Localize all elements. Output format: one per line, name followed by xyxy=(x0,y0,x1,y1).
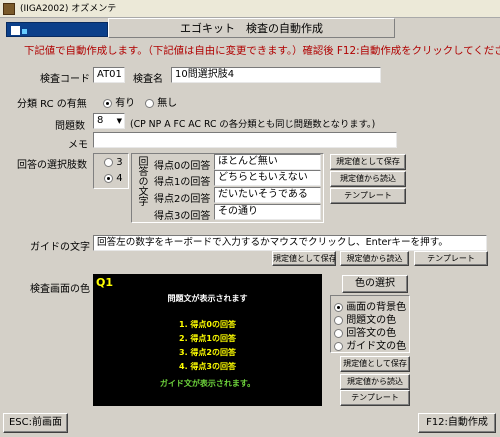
screen-color-label: 検査画面の色 xyxy=(30,284,90,295)
rc-option-yes[interactable]: 有り xyxy=(103,94,135,109)
test-name-label: 検査名 xyxy=(133,74,163,85)
answer-row-field[interactable]: ほとんど無い xyxy=(214,154,321,170)
radio-3-icon[interactable] xyxy=(104,157,113,167)
answer-row-field[interactable]: だいたいそうである xyxy=(214,187,321,203)
auto-create-button[interactable]: F12:自動作成 xyxy=(418,413,496,433)
rc-option-no[interactable]: 無し xyxy=(145,94,177,109)
preview-answer: 4. 得点3の回答 xyxy=(179,362,236,371)
choices-save-default-button[interactable]: 規定値として保存 xyxy=(330,154,406,170)
test-screen-preview: Q1 問題文が表示されます 1. 得点0の回答 2. 得点1の回答 3. 得点2… xyxy=(93,274,322,406)
question-count-note: (CP NP A FC AC RC の各分類とも同じ問題数となります。) xyxy=(130,119,376,130)
preview-question-text: 問題文が表示されます xyxy=(167,294,248,303)
question-count-select[interactable]: 8 ▼ xyxy=(93,113,125,129)
color-target-guide[interactable]: ガイド文の色 xyxy=(334,337,406,352)
guide-save-default-button[interactable]: 規定値として保存 xyxy=(272,251,336,266)
guide-template-button[interactable]: テンプレート xyxy=(414,251,488,266)
answer-text-label: 回答の文字 xyxy=(136,156,147,206)
choices-load-default-button[interactable]: 規定値から読込 xyxy=(330,171,406,187)
window-titlebar: (IIGA2002) オズメンテ xyxy=(0,0,500,18)
color-select-button[interactable]: 色の選択 xyxy=(342,275,408,293)
test-code-label: 検査コード xyxy=(40,74,90,85)
answer-row-label: 得点3の回答 xyxy=(154,211,211,222)
instruction-notice: 下記値で自動作成します。（下記値は自由に変更できます。）確認後 F12:自動作成… xyxy=(24,45,500,57)
radio-4-icon[interactable] xyxy=(104,173,113,183)
guide-text-field[interactable]: 回答左の数字をキーボードで入力するかマウスでクリックし、Enterキーを押す。 xyxy=(93,235,487,251)
guide-text-label: ガイドの文字 xyxy=(30,242,90,253)
radio-no-icon[interactable] xyxy=(145,98,154,108)
rc-label: 分類 RC の有無 xyxy=(17,99,87,110)
preview-guide-text: ガイド文が表示されます。 xyxy=(159,379,256,388)
chevron-down-icon[interactable]: ▼ xyxy=(117,114,122,128)
radio-guide-icon[interactable] xyxy=(334,341,343,351)
answer-row-field[interactable]: どちらともいえない xyxy=(214,170,321,186)
memo-label: メモ xyxy=(68,140,88,151)
choice-count-label: 回答の選択肢数 xyxy=(17,160,87,171)
book-icon xyxy=(11,26,20,35)
color-template-button[interactable]: テンプレート xyxy=(340,390,410,406)
test-name-field[interactable]: 10問選択肢4 xyxy=(171,67,381,83)
answer-row-label: 得点2の回答 xyxy=(154,194,211,205)
question-count-label: 問題数 xyxy=(55,121,85,132)
memo-field[interactable] xyxy=(93,132,397,148)
guide-load-default-button[interactable]: 規定値から読込 xyxy=(340,251,409,266)
choices-template-button[interactable]: テンプレート xyxy=(330,188,406,204)
answer-row-label: 得点1の回答 xyxy=(154,177,211,188)
window-title: (IIGA2002) オズメンテ xyxy=(20,4,117,14)
back-button[interactable]: ESC:前画面 xyxy=(3,413,68,433)
answer-row-field[interactable]: その通り xyxy=(214,204,321,220)
app-icon xyxy=(3,3,15,15)
preview-answer: 3. 得点2の回答 xyxy=(179,348,236,357)
preview-answer: 1. 得点0の回答 xyxy=(179,320,236,329)
test-code-field[interactable]: AT01 xyxy=(93,67,125,83)
book-logo xyxy=(6,22,108,37)
preview-answer: 2. 得点1の回答 xyxy=(179,334,236,343)
page-title: エゴキット 検査の自動作成 xyxy=(108,18,395,38)
color-save-default-button[interactable]: 規定値として保存 xyxy=(340,356,410,372)
color-load-default-button[interactable]: 規定値から読込 xyxy=(340,374,410,390)
choice-count-option-4[interactable]: 4 xyxy=(104,173,123,184)
choice-count-option-3[interactable]: 3 xyxy=(104,157,123,168)
answer-row-label: 得点0の回答 xyxy=(154,161,211,172)
radio-yes-icon[interactable] xyxy=(103,98,112,108)
preview-q-label: Q1 xyxy=(96,276,114,289)
